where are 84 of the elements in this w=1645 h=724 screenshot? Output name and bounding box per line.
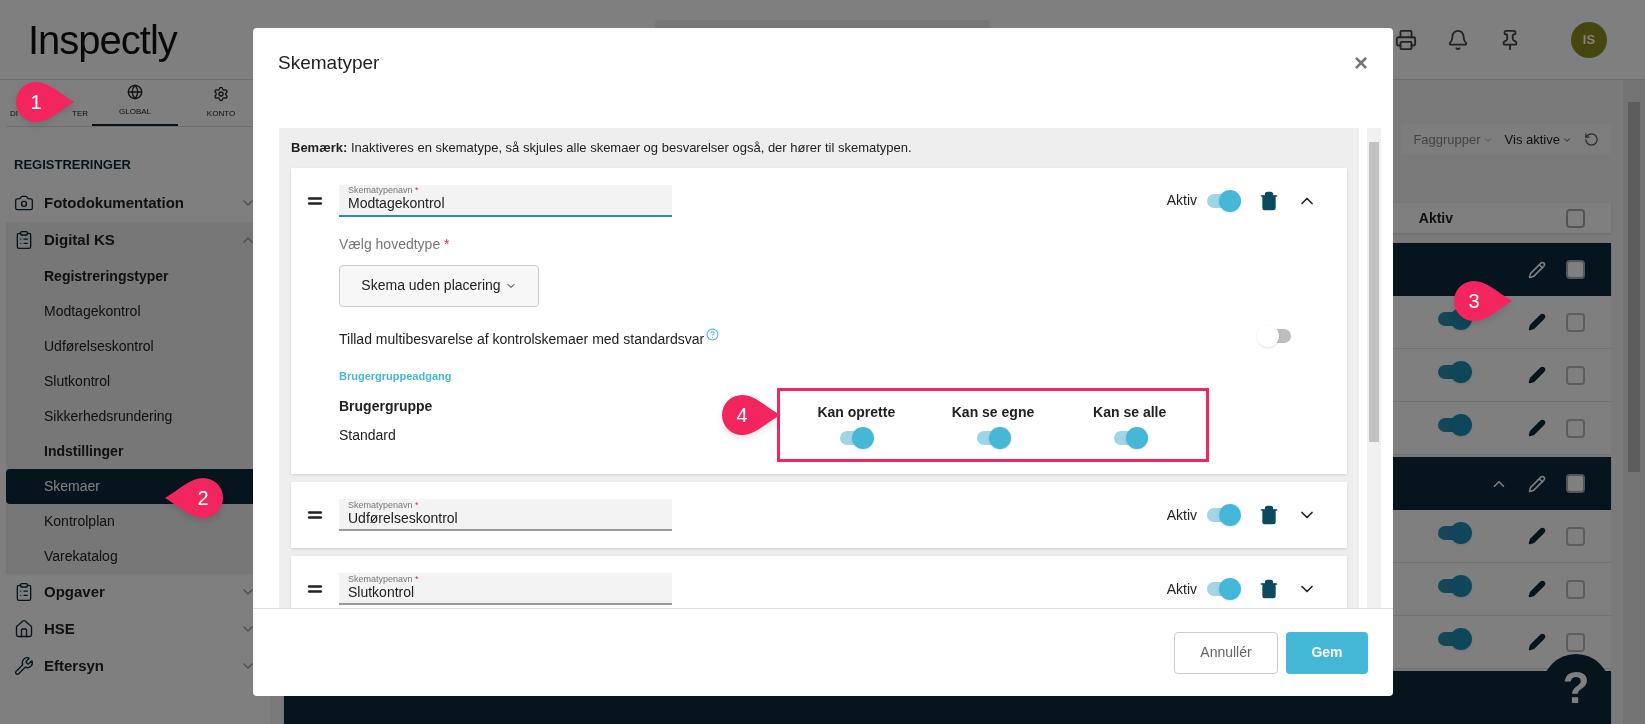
clipboard-icon (14, 230, 34, 250)
toggle-switch[interactable] (1436, 413, 1472, 436)
filter-dropdown[interactable]: Faggrupper (1413, 129, 1493, 150)
tab-label: KONTO (206, 108, 236, 120)
globe-icon (127, 84, 143, 100)
name-field[interactable]: Skematypenavn * Slutkontrol (339, 573, 672, 605)
checkbox[interactable] (1566, 208, 1585, 228)
app-logo[interactable]: Inspectly (28, 9, 177, 70)
toggle-switch[interactable] (838, 426, 875, 449)
field-label: Skematypenavn * (348, 574, 420, 584)
active-label: Aktiv (1166, 579, 1197, 599)
checkbox[interactable] (1566, 474, 1585, 493)
checkbox[interactable] (1566, 260, 1585, 279)
toggle-switch[interactable] (1205, 189, 1241, 212)
sidebar-tab[interactable]: GLOBAL (92, 80, 178, 126)
checkbox[interactable] (1566, 312, 1585, 332)
column-header: Kan se egne (951, 402, 1035, 422)
section-heading: Brugergruppeadgang (339, 368, 453, 384)
tab-label: TER (72, 108, 88, 120)
settings-icon (213, 86, 229, 102)
checkbox[interactable] (1566, 365, 1585, 385)
toggle-switch[interactable] (1436, 521, 1472, 544)
nav-heading: Indstillinger (43, 441, 125, 461)
checkbox[interactable] (1566, 418, 1585, 438)
edit-icon[interactable] (1528, 419, 1546, 437)
main-type-dropdown[interactable]: Skema uden placering (339, 264, 539, 307)
checkbox[interactable] (1566, 526, 1585, 546)
house-icon (14, 619, 34, 639)
trash-icon[interactable] (1259, 190, 1279, 211)
toggle-switch[interactable] (1205, 504, 1241, 526)
toggle-switch[interactable] (1436, 574, 1472, 597)
column-header: Brugergruppe (339, 397, 433, 416)
name-field[interactable]: Skematypenavn * Modtagekontrol (339, 184, 672, 217)
dialog-title: Skematyper (278, 50, 381, 75)
sidebar-tab[interactable]: KONTO (178, 80, 264, 126)
toggle-switch[interactable] (1436, 360, 1472, 383)
filter-dropdown[interactable]: Vis aktive (1504, 129, 1572, 150)
trash-icon[interactable] (1259, 505, 1279, 525)
note-text: Bemærk: Inaktiveres en skematype, så skjules alle skemaer og besvarelser også, der hører til skematypen. (291, 139, 913, 157)
help-icon[interactable] (706, 327, 720, 341)
cancel-button[interactable]: Annullér (1174, 631, 1278, 674)
tab-label: DI (10, 108, 18, 120)
edit-icon[interactable] (1528, 580, 1546, 598)
field-value: Udførelseskontrol (348, 509, 459, 528)
table-cell-text: Standard (339, 426, 396, 445)
active-label: Aktiv (1166, 505, 1197, 525)
checkbox[interactable] (1566, 579, 1585, 599)
section-title: REGISTRERINGER (14, 156, 132, 174)
toggle-switch[interactable] (1205, 578, 1241, 600)
step-callout-tooltip: 2 (163, 476, 225, 520)
edit-icon[interactable] (1528, 366, 1546, 384)
step-callout-tooltip: 3 (1452, 279, 1514, 323)
nav-item[interactable]: Fotodokumentation (6, 184, 264, 222)
edit-icon[interactable] (1528, 633, 1546, 651)
nav-item[interactable]: Digital KS (6, 221, 264, 259)
nav-item[interactable]: HSE (6, 610, 264, 648)
setting-label: Tillad multibesvarelse af kontrolskemaer med standardsvar (339, 329, 705, 349)
toggle-switch[interactable] (975, 426, 1011, 449)
nav-item[interactable]: Eftersyn (6, 647, 264, 685)
printer-icon[interactable] (1395, 28, 1417, 51)
checkbox[interactable] (1566, 632, 1585, 652)
name-field[interactable]: Skematypenavn * Udførelseskontrol (339, 499, 672, 531)
wrench-icon (14, 656, 34, 676)
user-avatar[interactable]: IS (1571, 21, 1607, 58)
toggle-switch[interactable] (1436, 627, 1472, 650)
column-header: Kan se alle (1093, 402, 1167, 422)
column-header: Kan oprette (817, 402, 896, 422)
scrollbar[interactable] (1367, 128, 1381, 608)
bell-icon[interactable] (1447, 28, 1469, 51)
page-scrollbar[interactable] (1623, 80, 1645, 724)
tab-label: GLOBAL (119, 106, 151, 118)
nav-heading: Registreringstyper (43, 266, 170, 286)
refresh-icon[interactable] (1584, 132, 1599, 148)
field-label: Skematypenavn * (348, 500, 420, 510)
field-label: Vælg hovedtype * (339, 234, 451, 254)
trash-icon[interactable] (1259, 579, 1279, 599)
close-button[interactable]: × (1354, 45, 1368, 81)
camera-icon (14, 193, 34, 213)
toggle-switch[interactable] (1257, 324, 1293, 347)
field-label: Skematypenavn * (348, 186, 420, 196)
edit-icon[interactable] (1528, 527, 1546, 545)
edit-icon[interactable] (1528, 313, 1546, 331)
clipboard-icon (14, 582, 34, 602)
field-value: Slutkontrol (348, 583, 416, 602)
